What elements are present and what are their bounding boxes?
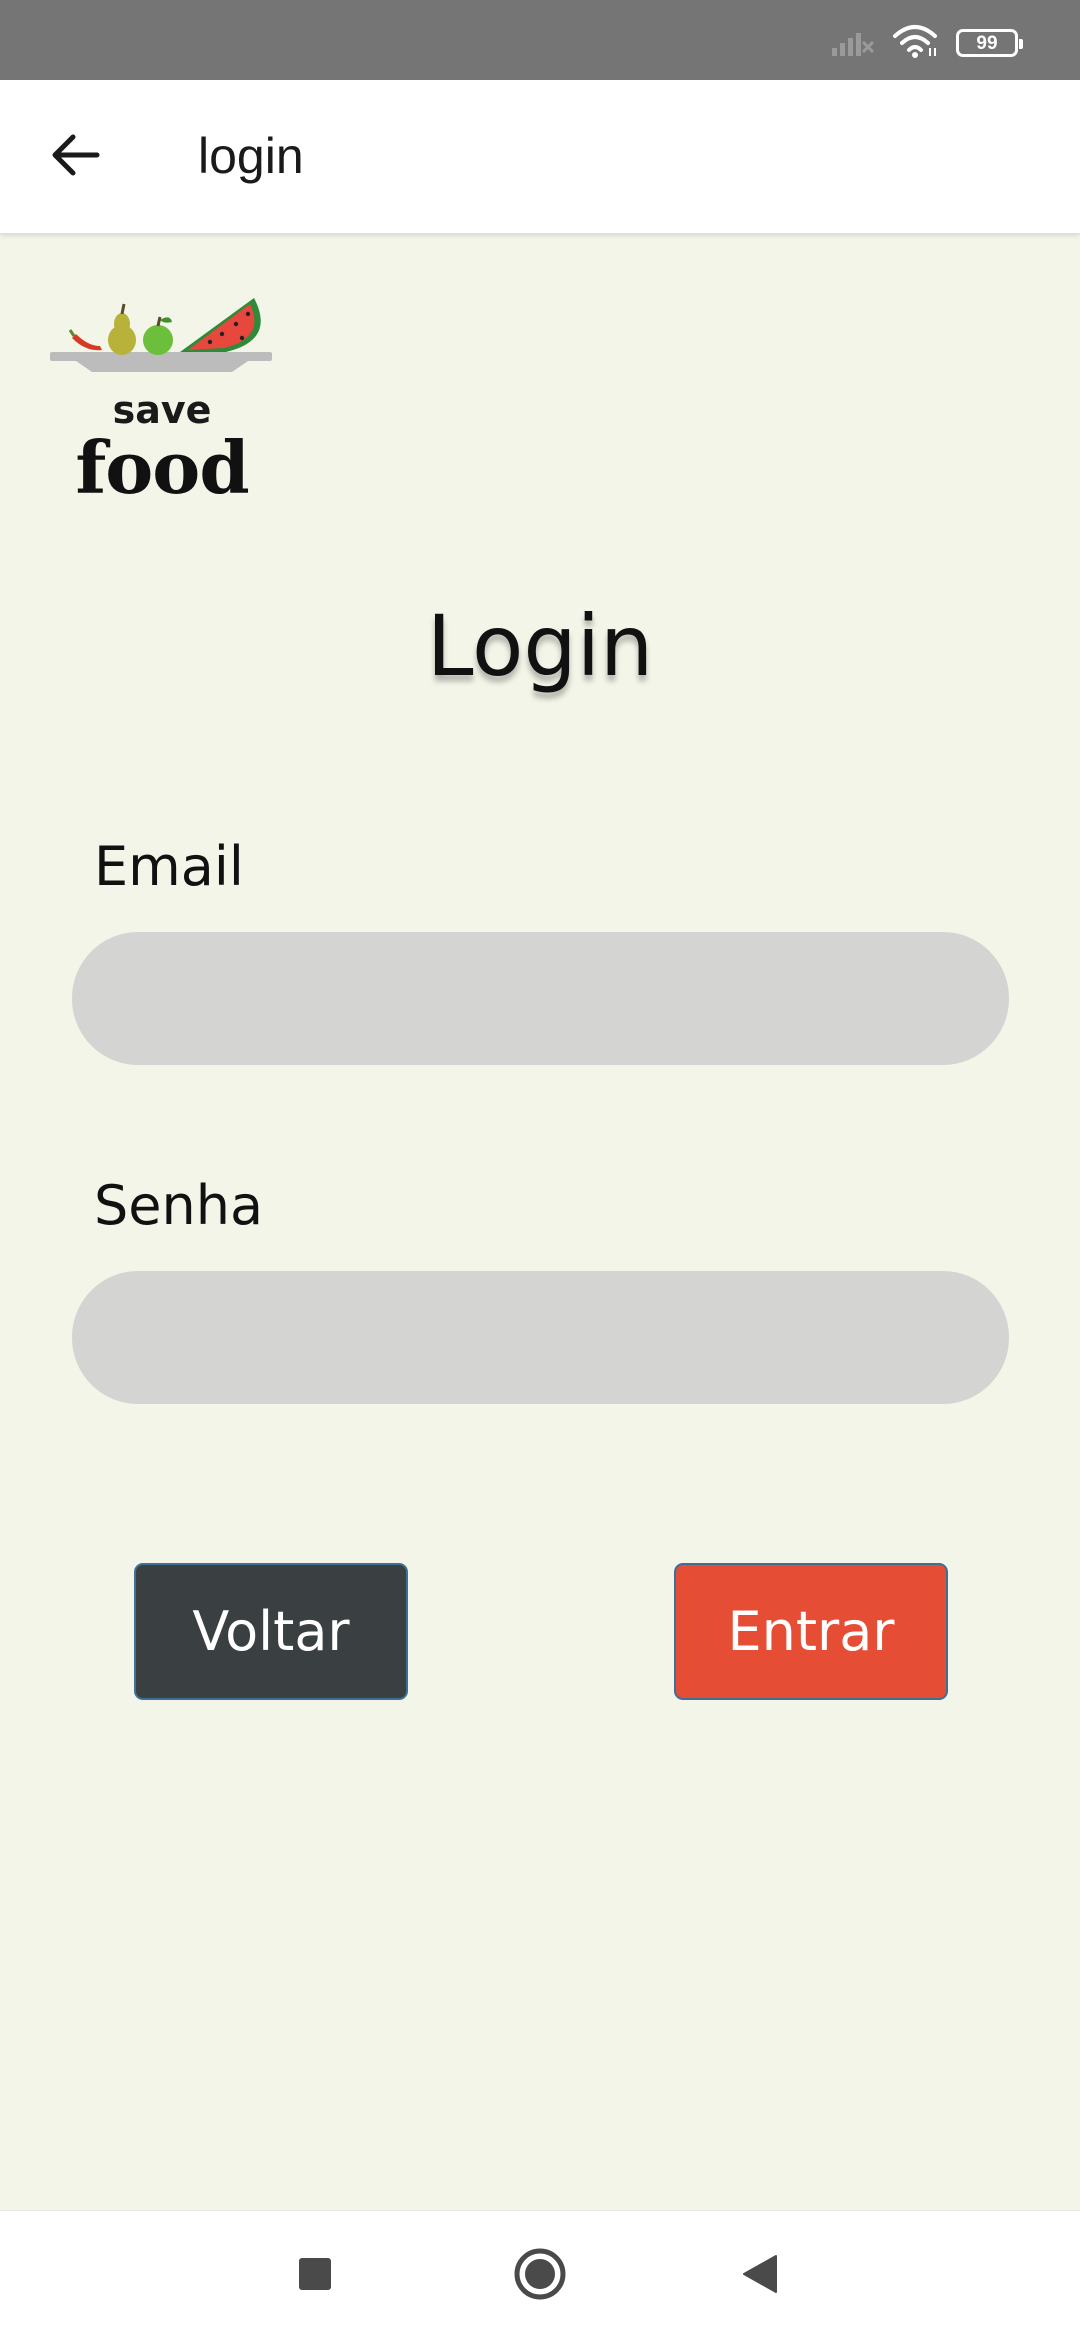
email-input[interactable] [72, 932, 1009, 1065]
app-bar-title: login [198, 128, 304, 184]
login-screen: 99 login save food Login Email Senha Vol… [0, 0, 1080, 2340]
status-icons: 99 [832, 24, 1023, 62]
back-form-button[interactable]: Voltar [134, 1563, 408, 1700]
home-circle-icon [513, 2247, 567, 2305]
status-bar: 99 [0, 0, 1080, 80]
arrow-left-icon [49, 133, 101, 181]
password-label: Senha [94, 1174, 264, 1237]
recents-button[interactable] [275, 2236, 355, 2316]
recents-square-icon [298, 2257, 332, 2295]
password-input[interactable] [72, 1271, 1009, 1404]
wifi-icon [892, 24, 938, 62]
email-label: Email [94, 835, 244, 898]
home-button[interactable] [500, 2236, 580, 2316]
logo-text-save: save [112, 388, 212, 432]
system-nav-bar [0, 2210, 1080, 2340]
back-triangle-icon [742, 2254, 778, 2298]
page-title: Login [426, 597, 654, 695]
logo-text-food: food [75, 425, 249, 510]
submit-login-button[interactable]: Entrar [674, 1563, 948, 1700]
battery-level: 99 [976, 32, 998, 54]
system-back-button[interactable] [720, 2236, 800, 2316]
app-bar: login [0, 80, 1080, 233]
battery-icon: 99 [956, 29, 1023, 57]
signal-off-icon [832, 26, 875, 60]
fruit-plate-icon [50, 298, 272, 372]
back-button[interactable] [40, 122, 110, 192]
save-food-logo: save food [46, 290, 278, 510]
